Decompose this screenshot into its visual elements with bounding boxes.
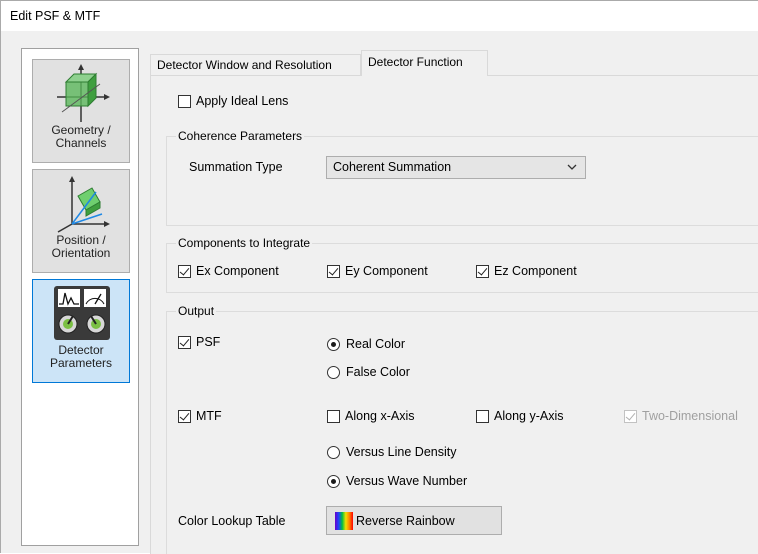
mtf-checkbox[interactable]: MTF <box>178 409 222 423</box>
coherence-parameters-group: Coherence Parameters <box>166 129 758 226</box>
along-x-axis-checkbox[interactable]: Along x-Axis <box>327 409 414 423</box>
window-title: Edit PSF & MTF <box>1 1 758 31</box>
real-color-label: Real Color <box>346 337 406 351</box>
along-y-axis-label: Along y-Axis <box>494 409 564 423</box>
nav-item-geometry-channels[interactable]: Geometry / Channels <box>32 59 130 163</box>
summation-type-select[interactable]: Coherent Summation <box>326 156 586 179</box>
detector-meter-icon <box>54 286 110 340</box>
two-dimensional-checkbox: Two-Dimensional <box>624 409 738 423</box>
nav-item-position-orientation[interactable]: Position / Orientation <box>32 169 130 273</box>
nav-label-line2: Parameters <box>49 356 113 370</box>
tab-detector-function[interactable]: Detector Function <box>361 50 488 76</box>
versus-line-density-radio[interactable]: Versus Line Density <box>327 445 456 459</box>
along-x-axis-label: Along x-Axis <box>345 409 415 423</box>
checkbox-box <box>476 264 489 278</box>
radio-circle <box>327 445 340 459</box>
ey-component-checkbox[interactable]: Ey Component <box>327 264 428 278</box>
checkbox-box <box>327 409 340 423</box>
ez-component-checkbox[interactable]: Ez Component <box>476 264 577 278</box>
ex-component-label: Ex Component <box>196 264 279 278</box>
geometry-cube-icon <box>57 64 110 122</box>
apply-ideal-lens-checkbox[interactable]: Apply Ideal Lens <box>178 94 288 108</box>
false-color-radio[interactable]: False Color <box>327 365 410 379</box>
summation-type-label: Summation Type <box>189 160 283 174</box>
mtf-label: MTF <box>196 409 222 423</box>
nav-panel: Geometry / Channels Position / Orientati… <box>21 48 139 546</box>
real-color-radio[interactable]: Real Color <box>327 337 405 351</box>
color-lookup-table-button[interactable]: Reverse Rainbow <box>326 506 502 535</box>
versus-wave-number-label: Versus Wave Number <box>346 474 468 488</box>
edit-psf-mtf-dialog: Edit PSF & MTF Geometry / Channels Posit… <box>0 0 758 554</box>
output-title: Output <box>176 304 217 318</box>
tab-detector-window-resolution[interactable]: Detector Window and Resolution <box>150 54 361 75</box>
nav-label-line2: Orientation <box>51 246 111 260</box>
psf-checkbox[interactable]: PSF <box>178 335 220 349</box>
radio-circle <box>327 365 340 379</box>
along-y-axis-checkbox[interactable]: Along y-Axis <box>476 409 563 423</box>
checkbox-box <box>178 264 191 278</box>
chevron-down-icon <box>567 164 577 170</box>
checkbox-box <box>624 409 637 423</box>
versus-wave-number-radio[interactable]: Versus Wave Number <box>327 474 467 488</box>
radio-circle <box>327 474 340 488</box>
false-color-label: False Color <box>346 365 410 379</box>
ez-component-label: Ez Component <box>494 264 577 278</box>
checkbox-box <box>476 409 489 423</box>
ex-component-checkbox[interactable]: Ex Component <box>178 264 279 278</box>
color-lookup-table-label: Color Lookup Table <box>178 514 286 528</box>
position-axes-icon <box>57 176 110 233</box>
color-lookup-table-value: Reverse Rainbow <box>356 513 455 528</box>
nav-item-detector-parameters[interactable]: Detector Parameters <box>32 279 130 383</box>
radio-circle <box>327 337 340 351</box>
apply-ideal-lens-label: Apply Ideal Lens <box>196 94 289 108</box>
coherence-parameters-title: Coherence Parameters <box>176 129 305 143</box>
versus-line-density-label: Versus Line Density <box>346 445 457 459</box>
ey-component-label: Ey Component <box>345 264 428 278</box>
checkbox-box <box>178 409 191 423</box>
nav-label-line2: Channels <box>55 136 107 150</box>
checkbox-box <box>178 94 191 108</box>
components-title: Components to Integrate <box>176 236 313 250</box>
summation-type-value: Coherent Summation <box>333 160 452 174</box>
psf-label: PSF <box>196 335 221 349</box>
two-dimensional-label: Two-Dimensional <box>642 409 738 423</box>
checkbox-box <box>178 335 191 349</box>
checkbox-box <box>327 264 340 278</box>
rainbow-palette-icon <box>335 511 353 530</box>
